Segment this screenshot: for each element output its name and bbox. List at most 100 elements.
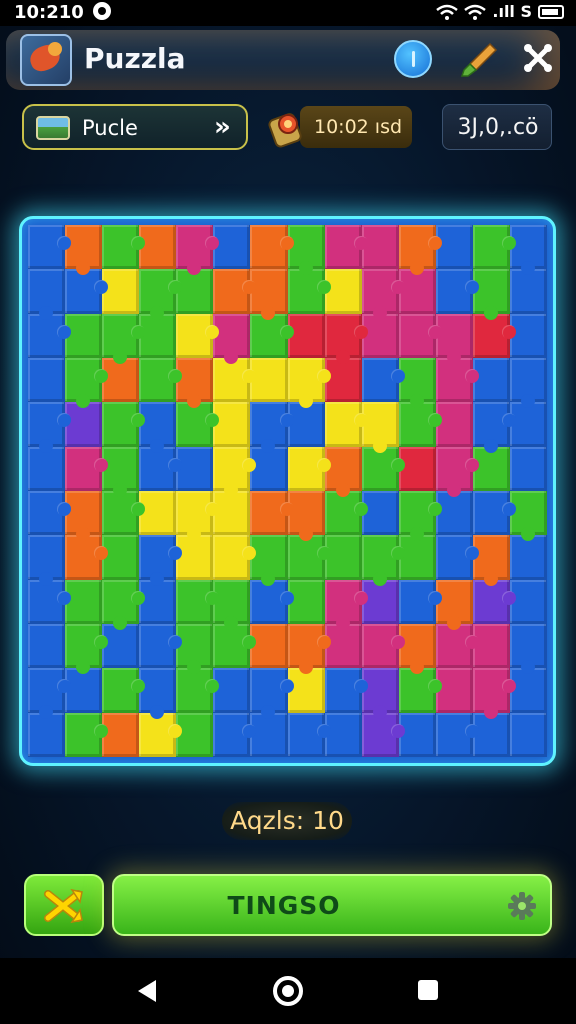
puzzle-piece[interactable] (139, 402, 177, 453)
puzzle-piece[interactable] (324, 269, 362, 314)
puzzle-piece[interactable] (139, 579, 177, 624)
puzzle-piece[interactable] (213, 623, 257, 669)
puzzle-piece[interactable] (139, 490, 177, 536)
puzzle-piece[interactable] (509, 668, 547, 713)
puzzle-piece[interactable] (65, 225, 103, 276)
puzzle-piece[interactable] (213, 446, 257, 497)
puzzle-piece[interactable] (65, 313, 103, 358)
puzzle-piece[interactable] (324, 712, 362, 757)
puzzle-piece[interactable] (361, 490, 399, 536)
puzzle-piece[interactable] (509, 402, 547, 447)
puzzle-piece[interactable] (176, 535, 214, 580)
puzzle-piece[interactable] (213, 402, 251, 447)
puzzle-piece[interactable] (287, 668, 325, 713)
main-action-button[interactable]: TINGSO (112, 874, 552, 936)
puzzle-piece[interactable] (398, 579, 442, 624)
puzzle-piece[interactable] (361, 225, 399, 270)
puzzle-piece[interactable] (435, 668, 473, 713)
puzzle-piece[interactable] (65, 446, 109, 491)
puzzle-piece[interactable] (250, 225, 294, 270)
puzzle-piece[interactable] (102, 623, 140, 669)
puzzle-piece[interactable] (287, 446, 331, 491)
puzzle-piece[interactable] (250, 269, 288, 320)
puzzle-piece[interactable] (361, 402, 399, 453)
paintbrush-icon[interactable] (460, 40, 500, 78)
puzzle-piece[interactable] (472, 313, 516, 358)
puzzle-piece[interactable] (324, 535, 362, 580)
puzzle-piece[interactable] (472, 535, 510, 586)
puzzle-piece[interactable] (102, 579, 146, 630)
puzzle-piece[interactable] (139, 269, 183, 320)
puzzle-piece[interactable] (213, 668, 251, 713)
puzzle-piece[interactable] (176, 668, 220, 713)
puzzle-piece[interactable] (65, 535, 109, 580)
puzzle-piece[interactable] (213, 313, 251, 364)
puzzle-piece[interactable] (361, 623, 405, 669)
puzzle-piece[interactable] (139, 668, 177, 719)
puzzle-piece[interactable] (250, 668, 294, 719)
puzzle-piece[interactable] (176, 269, 214, 314)
puzzle-piece[interactable] (28, 446, 66, 491)
puzzle-piece[interactable] (65, 579, 103, 624)
puzzle-piece[interactable] (65, 623, 109, 675)
puzzle-piece[interactable] (287, 313, 325, 358)
puzzle-piece[interactable] (287, 269, 331, 314)
puzzle-piece[interactable] (176, 357, 214, 409)
puzzle-piece[interactable] (28, 269, 66, 320)
puzzle-piece[interactable] (65, 668, 103, 713)
puzzle-piece[interactable] (324, 313, 368, 364)
puzzle-selector-button[interactable]: Pucle » (22, 104, 248, 150)
puzzle-piece[interactable] (398, 402, 442, 447)
puzzle-piece[interactable] (176, 402, 220, 447)
puzzle-piece[interactable] (250, 623, 288, 669)
shuffle-button[interactable] (24, 874, 104, 936)
puzzle-piece[interactable] (398, 313, 442, 358)
puzzle-piece[interactable] (287, 623, 331, 675)
puzzle-piece[interactable] (324, 446, 362, 497)
puzzle-piece[interactable] (324, 668, 368, 713)
puzzle-piece[interactable] (28, 668, 72, 719)
puzzle-piece[interactable] (213, 579, 251, 630)
puzzle-piece[interactable] (213, 712, 257, 757)
puzzle-piece[interactable] (398, 668, 442, 713)
puzzle-piece[interactable] (139, 623, 183, 669)
puzzle-piece[interactable] (65, 269, 109, 314)
puzzle-piece[interactable] (176, 446, 214, 491)
puzzle-piece[interactable] (324, 579, 368, 630)
puzzle-piece[interactable] (435, 490, 473, 536)
puzzle-piece[interactable] (102, 446, 140, 497)
puzzle-piece[interactable] (28, 225, 72, 270)
puzzle-piece[interactable] (435, 535, 479, 580)
puzzle-piece[interactable] (361, 535, 405, 586)
puzzle-piece[interactable] (361, 269, 405, 320)
recent-apps-icon[interactable] (418, 980, 438, 1000)
puzzle-piece[interactable] (65, 402, 103, 447)
puzzle-piece[interactable] (398, 623, 436, 675)
puzzle-piece[interactable] (435, 313, 473, 364)
puzzle-piece[interactable] (176, 225, 220, 276)
puzzle-piece[interactable] (65, 712, 109, 757)
puzzle-piece[interactable] (28, 313, 72, 358)
puzzle-piece[interactable] (65, 357, 109, 409)
puzzle-piece[interactable] (28, 623, 66, 669)
puzzle-piece[interactable] (250, 402, 294, 453)
puzzle-piece[interactable] (361, 668, 399, 719)
puzzle-piece[interactable] (435, 446, 479, 497)
puzzle-piece[interactable] (509, 623, 547, 675)
puzzle-piece[interactable] (28, 402, 72, 453)
puzzle-piece[interactable] (102, 535, 140, 580)
puzzle-piece[interactable] (250, 490, 294, 536)
puzzle-piece[interactable] (28, 535, 66, 586)
puzzle-piece[interactable] (213, 225, 251, 270)
puzzle-piece[interactable] (361, 446, 405, 491)
puzzle-piece[interactable] (213, 535, 257, 580)
puzzle-piece[interactable] (250, 446, 288, 491)
puzzle-piece[interactable] (361, 357, 405, 403)
puzzle-piece[interactable] (435, 269, 479, 314)
puzzle-piece[interactable] (287, 357, 331, 409)
puzzle-piece[interactable] (509, 357, 547, 409)
puzzle-piece[interactable] (102, 712, 140, 757)
puzzle-piece[interactable] (176, 313, 220, 358)
puzzle-piece[interactable] (472, 668, 516, 719)
puzzle-piece[interactable] (472, 357, 510, 403)
